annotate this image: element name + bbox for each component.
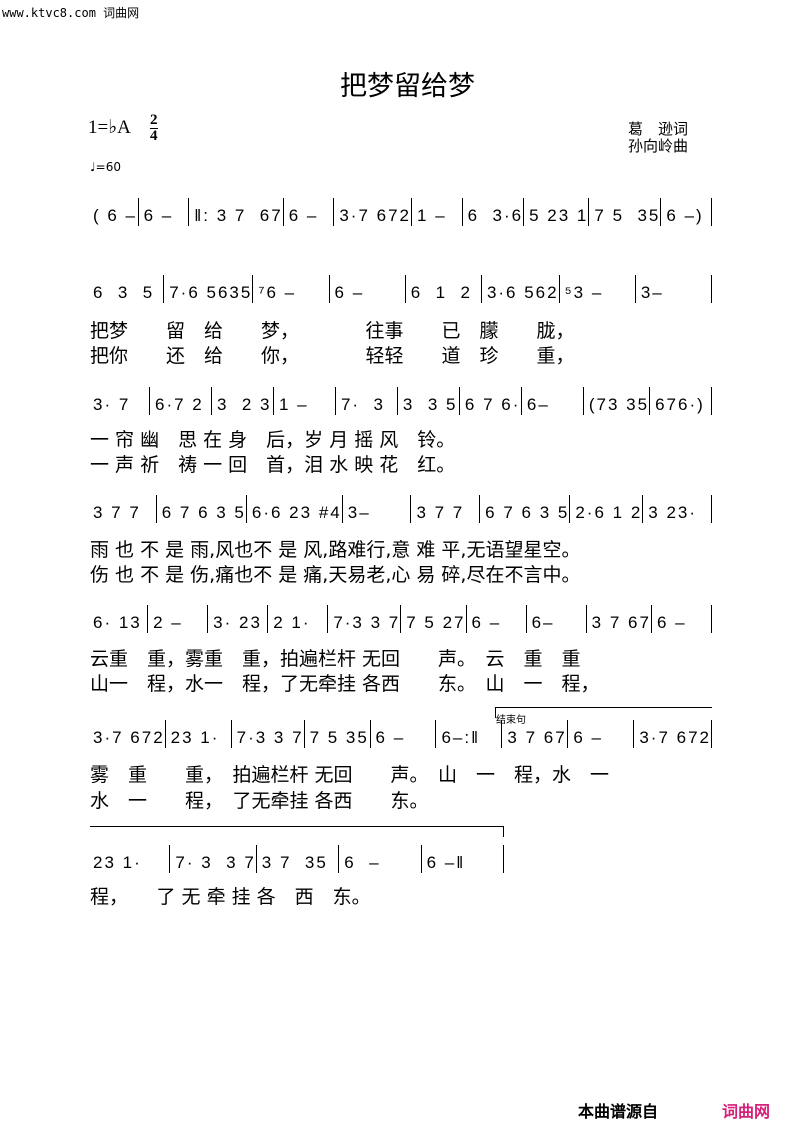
measure: 7·6 5635	[163, 275, 252, 303]
measure: 6 –	[369, 720, 436, 748]
measure: 3 23·	[642, 495, 712, 523]
measure: 7· 3 3 7	[169, 845, 255, 873]
measure: 6 –)	[660, 198, 713, 226]
time-signature: 2 4	[150, 113, 158, 144]
measure: 3 7 7	[93, 503, 141, 522]
notation-row: 6· 13 2 –3· 23 2 1· 7·3 3 77 5 27 6 –6– 3 7 6…	[88, 605, 713, 633]
time-bottom: 4	[150, 128, 158, 144]
measure: 3·6 562	[480, 275, 559, 303]
notation-row: 3·7 672 23 1· 7·3 3 77 5 35 6 –6–:‖ 3 7 67 6 …	[88, 720, 712, 748]
measure: 6 7 6·	[458, 387, 521, 415]
measure: 6 –	[338, 845, 420, 873]
measure: 3·7 672	[633, 720, 712, 748]
measure: 6·7 2	[148, 387, 211, 415]
measure: 3 2 3	[210, 387, 273, 415]
measure: 23 1·	[93, 853, 142, 872]
notation-row: 3· 7 6·7 23 2 31 –7· 33 3 56 7 6· 6– (73 35…	[88, 387, 713, 415]
measure: 3·7 672	[333, 198, 411, 226]
composer: 孙向岭曲	[628, 137, 689, 155]
measure: 2 –	[147, 605, 207, 633]
measure: 1 –	[272, 387, 335, 415]
ending-bracket: 结束句	[495, 707, 712, 726]
measure: 2·6 1 2	[569, 495, 642, 523]
measure: 6 –	[465, 605, 526, 633]
lyric-line: 伤 也 不 是 伤,痛也不 是 痛,天易老,心 易 碎,尽在不言中。	[90, 564, 581, 586]
measure: 6·6 23 #4	[245, 495, 342, 523]
notation-row: 3 7 76 7 6 3 5 6·6 23 #4 3– 3 7 76 7 6 3 52…	[88, 495, 712, 523]
score-page: www.ktvc8.com 词曲网 把梦留给梦 1=♭A 2 4 葛 逊词 孙向…	[0, 0, 792, 1121]
lyric-line: 云重 重，雾重 重，拍遍栏杆 无回 声。 云 重 重	[90, 648, 581, 670]
measure: 23 1·	[164, 720, 231, 748]
measure: 3· 7	[93, 395, 131, 414]
song-title: 把梦留给梦	[340, 71, 475, 102]
lyric-line: 水 一 程， 了无牵挂 各西 东。	[90, 790, 429, 812]
measure: 6 –	[282, 198, 334, 226]
measure: 7 5 27	[400, 605, 465, 633]
measure: (73 35	[582, 387, 649, 415]
ending-bracket-continued	[90, 826, 504, 837]
lyric-line: 一 声 祈 祷 一 回 首，泪 水 映 花 红。	[90, 454, 456, 476]
measure: 2 1·	[267, 605, 327, 633]
lyric-line: 山一 程，水一 程，了无牵挂 各西 东。 山 一 程，	[90, 673, 600, 695]
tempo: ♩=60	[90, 160, 121, 174]
measure: 7· 3	[334, 387, 397, 415]
measure: 6 –	[650, 605, 713, 633]
measure: 5 23 1	[523, 198, 588, 226]
measure: 6 –	[137, 198, 189, 226]
measure: 6 –	[567, 720, 633, 748]
measure: 6 7 6 3 5	[155, 495, 246, 523]
source-site-link[interactable]: 词曲网	[722, 1098, 770, 1121]
measure: 6· 13	[93, 613, 142, 632]
measure: 6 –‖	[420, 845, 504, 873]
measure: 1 –	[411, 198, 462, 226]
measure: 3–	[634, 275, 713, 303]
lyric-line: 雾 重 重， 拍遍栏杆 无回 声。 山 一 程，水 一	[90, 764, 610, 786]
measure: 3 3 5	[396, 387, 459, 415]
measure: 6 1 2	[404, 275, 481, 303]
ending-label: 结束句	[496, 715, 526, 726]
measure: 7 5 35	[588, 198, 660, 226]
measure: ‖: 3 7 67	[188, 198, 282, 226]
measure: 3 7 67	[585, 605, 651, 633]
measure: 6 3·6	[461, 198, 523, 226]
key-signature: 1=♭A	[88, 117, 131, 138]
measure: ⁷6 –	[252, 275, 328, 303]
measure: 3 7 35	[255, 845, 338, 873]
measure: 7 5 35	[303, 720, 370, 748]
measure: 7·3 3 7	[327, 605, 400, 633]
measure: 6 7 6 3 5	[479, 495, 569, 523]
measure: 6–:‖	[435, 720, 501, 748]
lyric-line: 程， 了 无 牵 挂 各 西 东。	[90, 886, 371, 908]
measure: 6–	[520, 387, 583, 415]
measure: ( 6 –	[93, 206, 138, 225]
lyric-line: 把你 还 给 你， 轻轻 道 珍 重，	[90, 345, 575, 367]
time-top: 2	[150, 112, 158, 129]
measure: 6–	[525, 605, 586, 633]
lyric-line: 雨 也 不 是 雨,风也不 是 风,路难行,意 难 平,无语望星空。	[90, 539, 581, 561]
measure: ⁵3 –	[558, 275, 635, 303]
notation-row: ( 6 –6 – ‖: 3 7 67 6 –3·7 672 1 –6 3·6 5 23 …	[88, 198, 713, 226]
measure: 676·)	[649, 387, 713, 415]
measure: 3–	[341, 495, 411, 523]
measure: 3·7 672	[93, 728, 165, 747]
measure: 3· 23	[207, 605, 267, 633]
measure: 6 3 5	[93, 283, 155, 302]
measure: 3 7 7	[410, 495, 479, 523]
notation-row: 6 3 5 7·6 5635 ⁷6 –6 –6 1 2 3·6 562 ⁵3 –3–	[88, 275, 713, 303]
lyric-line: 把梦 留 给 梦， 往事 已 朦 胧，	[90, 320, 575, 342]
measure: 7·3 3 7	[230, 720, 304, 748]
watermark: www.ktvc8.com 词曲网	[2, 6, 140, 20]
source-label: 本曲谱源自	[578, 1102, 659, 1121]
lyric-line: 一 帘 幽 思 在 身 后，岁 月 摇 风 铃。	[90, 429, 456, 451]
notation-row: 23 1· 7· 3 3 73 7 35 6 –6 –‖	[88, 845, 504, 873]
measure: 6 –	[328, 275, 405, 303]
